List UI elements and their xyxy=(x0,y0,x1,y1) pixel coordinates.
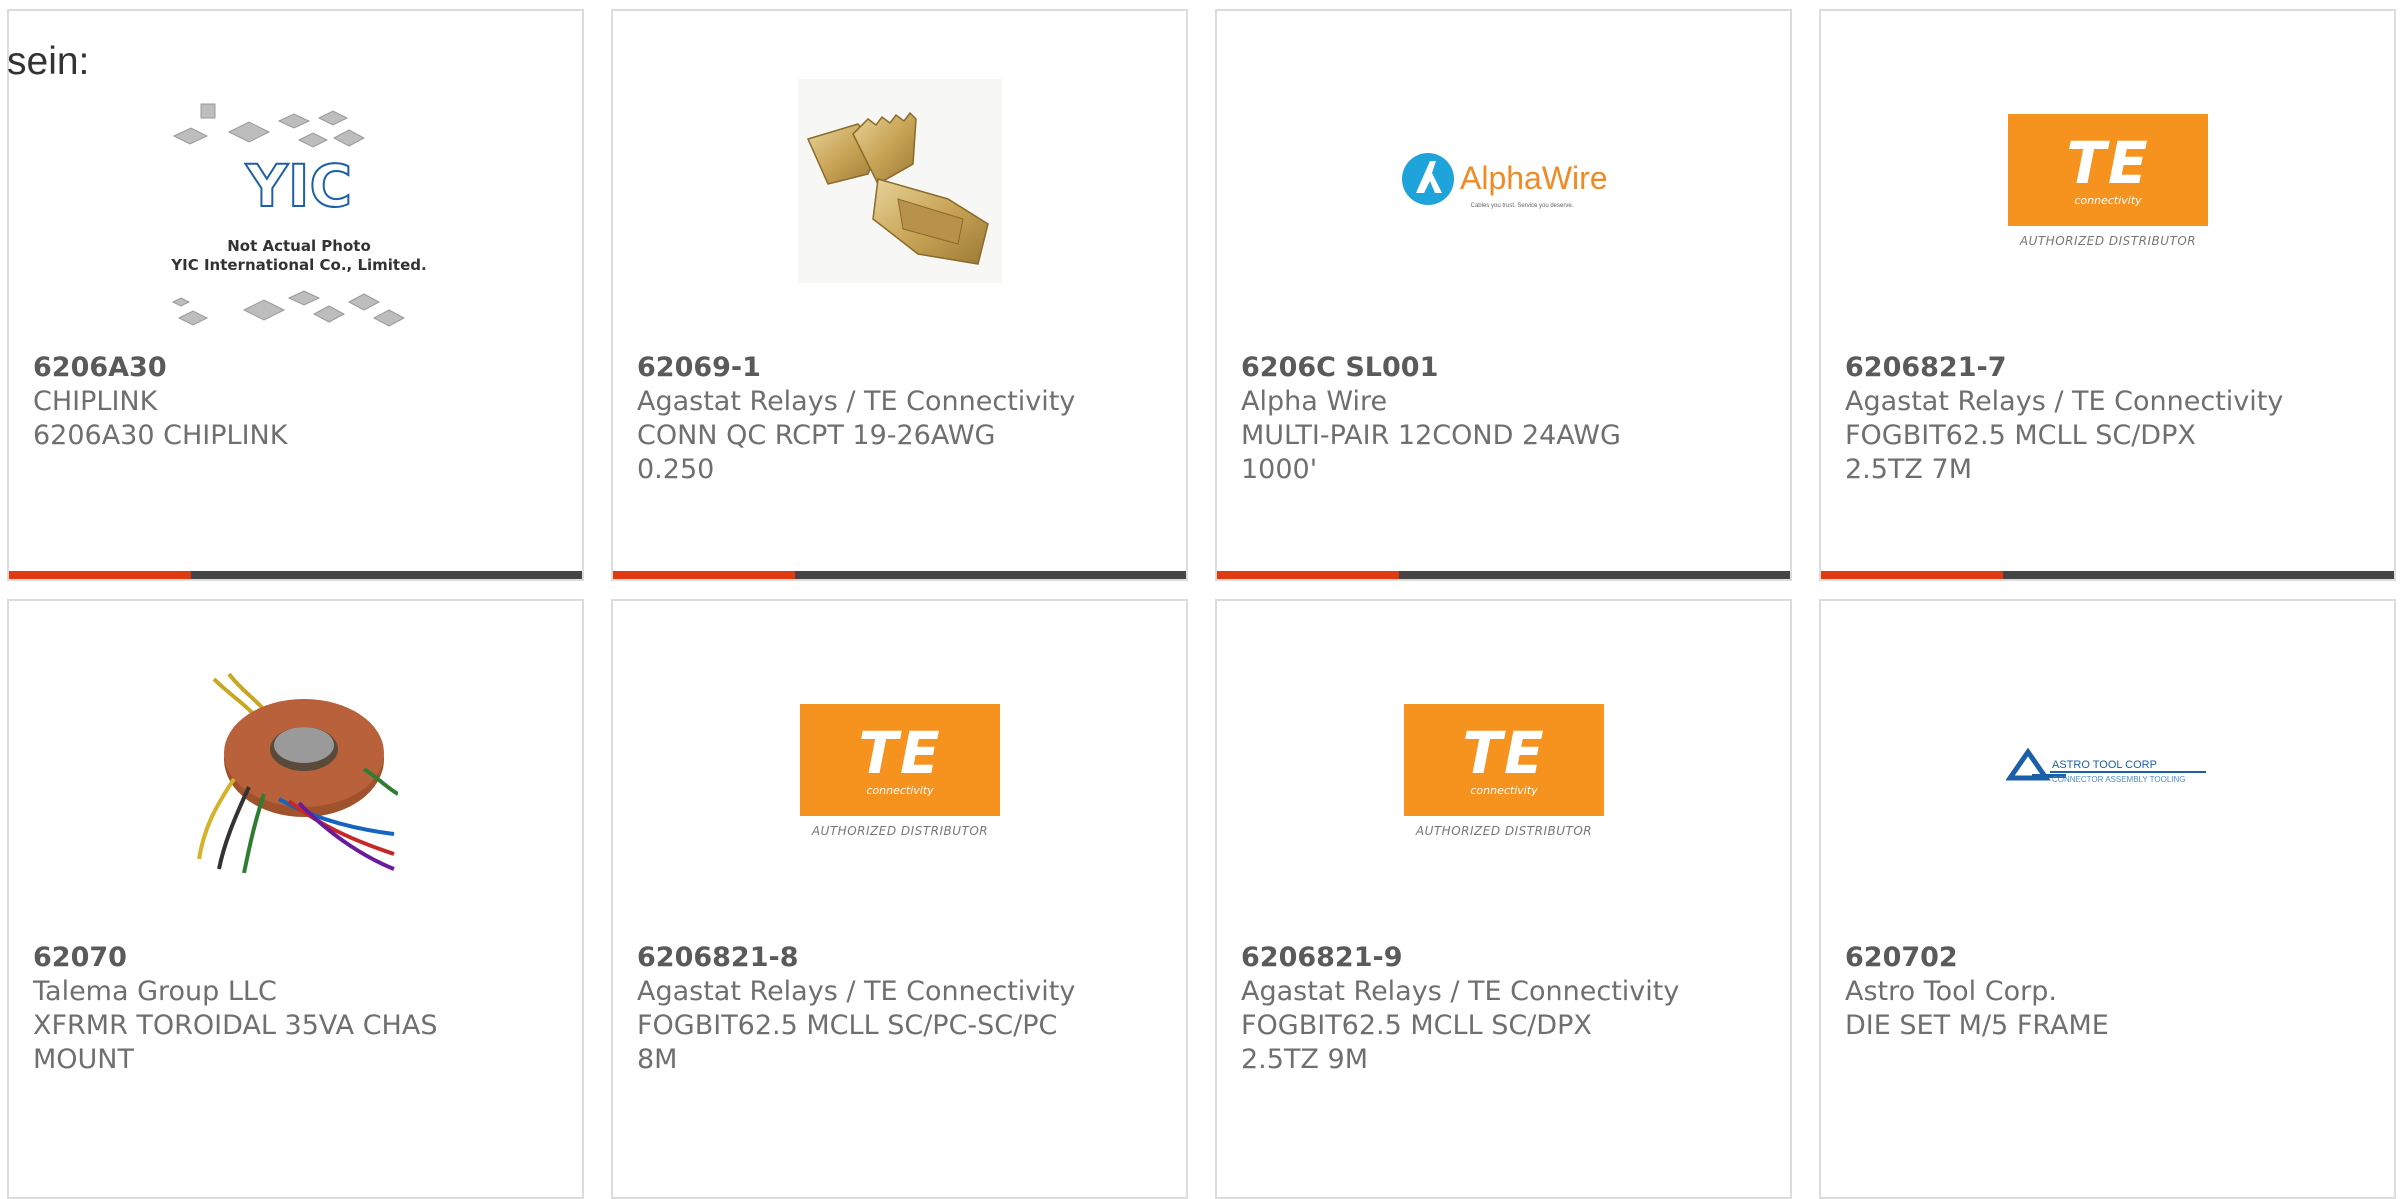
product-image[interactable]: TE connectivity AUTHORIZED DISTRIBUTOR xyxy=(1402,669,1606,873)
manufacturer: Astro Tool Corp. xyxy=(1845,976,2057,1007)
part-number[interactable]: 620702 xyxy=(1845,941,2354,975)
description: XFRMR TOROIDAL 35VA CHAS MOUNT xyxy=(33,1010,438,1075)
product-card[interactable]: ASTRO TOOL CORP CONNECTOR ASSEMBLY TOOLI… xyxy=(1819,599,2396,1199)
product-card[interactable]: 62069-1 Agastat Relays / TE Connectivity… xyxy=(611,9,1188,581)
te-logo-icon: TE connectivity AUTHORIZED DISTRIBUTOR xyxy=(1404,704,1604,838)
product-card[interactable]: AlphaWire Cables you trust. Service you … xyxy=(1215,9,1792,581)
manufacturer: CHIPLINK xyxy=(33,386,158,417)
alphawire-logo-icon: AlphaWire Cables you trust. Service you … xyxy=(1402,153,1606,209)
product-card[interactable]: YIC Not Actual Photo YIC International C… xyxy=(7,9,584,581)
toroidal-transformer-icon xyxy=(197,672,398,873)
card-bar-accent xyxy=(613,571,795,579)
card-bar-accent xyxy=(1217,571,1399,579)
product-info: 6206821-9 Agastat Relays / TE Connectivi… xyxy=(1241,941,1750,1077)
part-number[interactable]: 6206A30 xyxy=(33,351,542,385)
part-number[interactable]: 62069-1 xyxy=(637,351,1146,385)
part-number[interactable]: 6206C SL001 xyxy=(1241,351,1750,385)
description: FOGBIT62.5 MCLL SC/DPX 2.5TZ 9M xyxy=(1241,1010,1592,1075)
card-bar xyxy=(1821,571,2394,579)
product-info: 62070 Talema Group LLC XFRMR TOROIDAL 35… xyxy=(33,941,542,1077)
product-info: 6206C SL001 Alpha Wire MULTI-PAIR 12COND… xyxy=(1241,351,1750,487)
te-logo-icon: TE connectivity AUTHORIZED DISTRIBUTOR xyxy=(2008,114,2208,248)
svg-text:Not Actual Photo: Not Actual Photo xyxy=(227,237,371,255)
astro-tool-logo-icon: ASTRO TOOL CORP CONNECTOR ASSEMBLY TOOLI… xyxy=(2006,747,2206,784)
svg-text:Cables you trust. Service you: Cables you trust. Service you deserve. xyxy=(1471,203,1574,209)
product-image[interactable]: YIC Not Actual Photo YIC International C… xyxy=(169,96,429,346)
product-info: 6206821-7 Agastat Relays / TE Connectivi… xyxy=(1845,351,2354,487)
manufacturer: Agastat Relays / TE Connectivity xyxy=(1845,386,2284,417)
product-info: 620702 Astro Tool Corp. DIE SET M/5 FRAM… xyxy=(1845,941,2354,1043)
product-image[interactable]: TE connectivity AUTHORIZED DISTRIBUTOR xyxy=(2006,79,2210,283)
product-image[interactable]: TE connectivity AUTHORIZED DISTRIBUTOR xyxy=(798,669,1002,873)
part-number[interactable]: 6206821-9 xyxy=(1241,941,1750,975)
card-bar xyxy=(9,571,582,579)
card-bar xyxy=(613,571,1186,579)
card-bar xyxy=(1217,571,1790,579)
product-info: 62069-1 Agastat Relays / TE Connectivity… xyxy=(637,351,1146,487)
svg-text:AlphaWire: AlphaWire xyxy=(1460,160,1606,196)
product-card[interactable]: TE connectivity AUTHORIZED DISTRIBUTOR 6… xyxy=(1819,9,2396,581)
part-number[interactable]: 6206821-7 xyxy=(1845,351,2354,385)
svg-text:CONNECTOR ASSEMBLY TOOLING: CONNECTOR ASSEMBLY TOOLING xyxy=(2052,775,2186,784)
manufacturer: Agastat Relays / TE Connectivity xyxy=(637,386,1076,417)
product-info: 6206A30 CHIPLINK 6206A30 CHIPLINK xyxy=(33,351,542,453)
card-bar-accent xyxy=(9,571,191,579)
product-card[interactable]: TE connectivity AUTHORIZED DISTRIBUTOR 6… xyxy=(1215,599,1792,1199)
description: MULTI-PAIR 12COND 24AWG 1000' xyxy=(1241,420,1621,485)
te-logo-icon: TE connectivity AUTHORIZED DISTRIBUTOR xyxy=(800,704,1000,838)
manufacturer: Agastat Relays / TE Connectivity xyxy=(637,976,1076,1007)
manufacturer: Agastat Relays / TE Connectivity xyxy=(1241,976,1680,1007)
part-number[interactable]: 62070 xyxy=(33,941,542,975)
crimp-terminal-icon xyxy=(798,79,1002,283)
yic-logo: YIC xyxy=(245,152,352,220)
description: DIE SET M/5 FRAME xyxy=(1845,1010,2109,1041)
product-image[interactable] xyxy=(194,669,398,873)
manufacturer: Talema Group LLC xyxy=(33,976,277,1007)
svg-text:YIC International Co., Limited: YIC International Co., Limited. xyxy=(170,256,426,274)
description: FOGBIT62.5 MCLL SC/PC-SC/PC 8M xyxy=(637,1010,1058,1075)
intro-text: sein: xyxy=(7,40,90,83)
product-card[interactable]: TE connectivity AUTHORIZED DISTRIBUTOR 6… xyxy=(611,599,1188,1199)
card-bar-accent xyxy=(1821,571,2003,579)
part-number[interactable]: 6206821-8 xyxy=(637,941,1146,975)
description: 6206A30 CHIPLINK xyxy=(33,420,288,451)
not-actual-photo-icon: YIC Not Actual Photo YIC International C… xyxy=(170,103,427,327)
description: FOGBIT62.5 MCLL SC/DPX 2.5TZ 7M xyxy=(1845,420,2196,485)
product-info: 6206821-8 Agastat Relays / TE Connectivi… xyxy=(637,941,1146,1077)
product-image[interactable] xyxy=(798,79,1002,283)
product-image[interactable]: AlphaWire Cables you trust. Service you … xyxy=(1402,79,1606,283)
description: CONN QC RCPT 19-26AWG 0.250 xyxy=(637,420,996,485)
svg-text:ASTRO TOOL CORP: ASTRO TOOL CORP xyxy=(2052,759,2157,771)
product-image[interactable]: ASTRO TOOL CORP CONNECTOR ASSEMBLY TOOLI… xyxy=(2006,669,2210,873)
manufacturer: Alpha Wire xyxy=(1241,386,1388,417)
product-card[interactable]: 62070 Talema Group LLC XFRMR TOROIDAL 35… xyxy=(7,599,584,1199)
